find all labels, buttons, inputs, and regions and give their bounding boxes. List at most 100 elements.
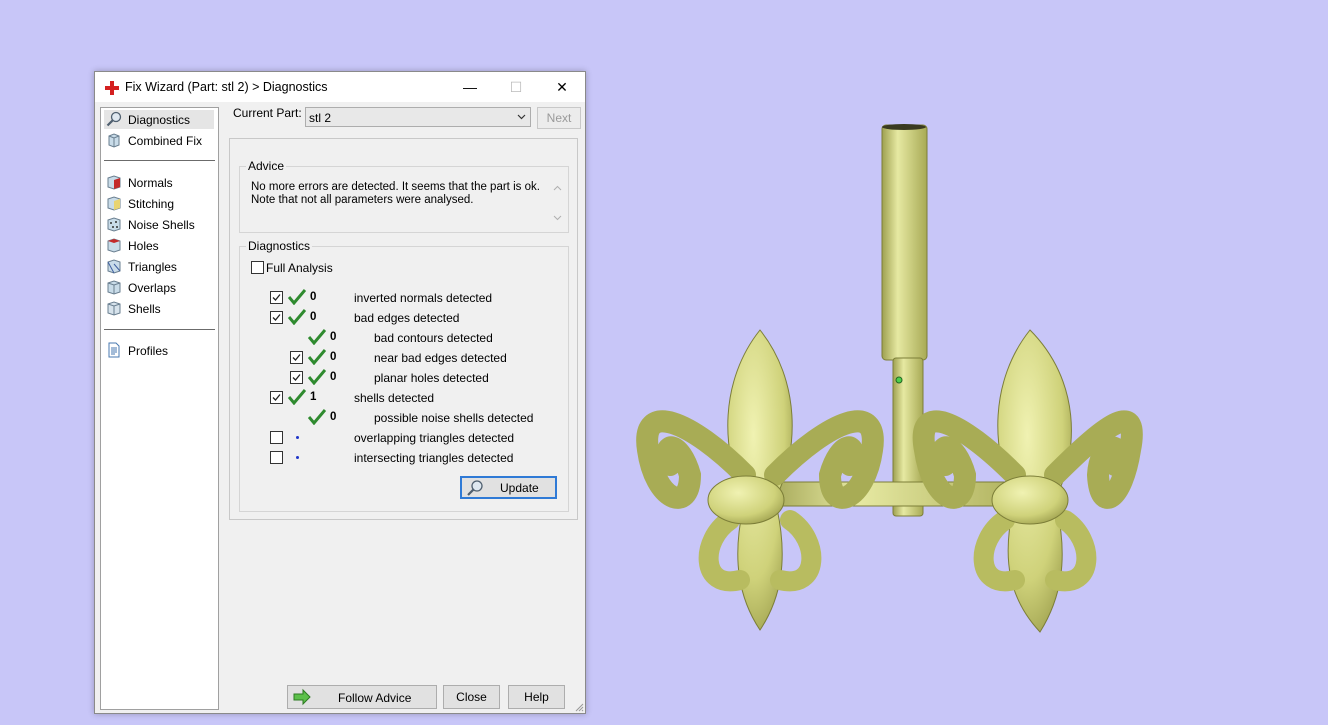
sidebar-item-triangles[interactable]: Triangles [104,257,214,276]
sidebar-item-label: Triangles [128,260,177,274]
magnifier-icon [467,480,483,496]
advice-line-1: No more errors are detected. It seems th… [251,181,540,193]
advice-title: Advice [246,159,287,173]
sidebar-item-combined-fix[interactable]: Combined Fix [104,131,214,150]
status-dot-icon [296,456,299,459]
sidebar-item-overlaps[interactable]: Overlaps [104,278,214,297]
diagnostic-label: intersecting triangles detected [354,451,514,465]
triangles-cube-icon [107,259,121,274]
diagnostic-label: overlapping triangles detected [354,431,515,445]
close-window-button[interactable]: ✕ [539,72,585,102]
diagnostic-label: bad edges detected [354,311,460,325]
sidebar-divider [104,160,215,161]
stitching-cube-icon [107,196,121,211]
sidebar-item-label: Holes [128,239,159,253]
bad-edges-checkbox[interactable] [270,311,283,324]
near-bad-edges-checkbox[interactable] [290,351,303,364]
full-analysis-checkbox[interactable] [251,261,264,274]
resize-grip-icon[interactable] [574,702,584,712]
overlapping-triangles-checkbox[interactable] [270,431,283,444]
fleur-de-lis-right [912,329,1143,633]
check-mark-icon [308,349,326,365]
sidebar-item-label: Noise Shells [128,218,195,232]
count-value: 0 [310,311,317,323]
count-value: 1 [310,391,317,403]
update-button[interactable]: Update [460,476,557,499]
follow-advice-label: Follow Advice [338,691,412,705]
help-button[interactable]: Help [508,685,565,709]
sidebar-item-noise-shells[interactable]: Noise Shells [104,215,214,234]
sidebar-item-label: Stitching [128,197,175,211]
advice-group: Advice No more errors are detected. It s… [239,159,569,233]
full-analysis-label: Full Analysis [266,261,333,275]
advice-text-box: No more errors are detected. It seems th… [245,179,567,227]
3d-model-view[interactable] [600,100,1160,660]
follow-advice-button[interactable]: Follow Advice [287,685,437,709]
inverted-normals-checkbox[interactable] [270,291,283,304]
diagnostic-label: near bad edges detected [374,351,507,365]
check-mark-icon [308,329,326,345]
count-value: 0 [310,291,317,303]
diagnostics-group: Diagnostics Full Analysis 0 inverted nor… [239,239,569,512]
current-part-label: Current Part: [233,106,302,120]
noise-shells-icon [107,217,121,232]
sidebar-item-stitching[interactable]: Stitching [104,194,214,213]
diagnostic-label: inverted normals detected [354,291,493,305]
count-value: 0 [330,371,337,383]
sidebar-divider [104,329,215,330]
chevron-down-icon [517,114,526,120]
update-label: Update [500,481,539,495]
planar-holes-checkbox[interactable] [290,371,303,384]
sidebar-item-shells[interactable]: Shells [104,299,214,318]
minimize-button[interactable]: — [447,72,493,102]
sidebar-item-profiles[interactable]: Profiles [104,341,214,360]
intersecting-triangles-checkbox[interactable] [270,451,283,464]
holes-cube-icon [107,238,121,253]
count-value: 0 [330,351,337,363]
current-part-value: stl 2 [309,111,332,125]
sidebar-item-label: Profiles [128,344,169,358]
count-value: 0 [330,411,337,423]
green-arrow-icon [293,688,311,706]
title-bar[interactable]: Fix Wizard (Part: stl 2) > Diagnostics —… [95,72,585,102]
sidebar-item-label: Combined Fix [128,134,203,148]
advice-line-2: Note that not all parameters were analys… [251,194,474,206]
normals-cube-icon [107,175,121,190]
red-cross-icon [105,81,119,95]
window-title: Fix Wizard (Part: stl 2) > Diagnostics [125,80,328,94]
maximize-button[interactable]: ☐ [493,72,539,102]
fleur-de-lis-left [636,329,884,631]
diagnostic-label: planar holes detected [374,371,489,385]
next-button[interactable]: Next [537,107,581,129]
sidebar-item-label: Shells [128,302,161,316]
cube-stack-icon [108,133,120,148]
sidebar-item-label: Diagnostics [128,113,191,127]
sidebar-item-label: Normals [128,176,173,190]
count-value: 0 [330,331,337,343]
sidebar: Diagnostics Combined Fix Normals Stitchi… [100,107,219,710]
sidebar-item-normals[interactable]: Normals [104,173,214,192]
diagnostic-label: possible noise shells detected [374,411,534,425]
diagnostic-label: shells detected [354,391,435,405]
check-mark-icon [308,409,326,425]
fix-wizard-dialog: Fix Wizard (Part: stl 2) > Diagnostics —… [94,71,586,714]
overlaps-cube-icon [107,280,121,295]
close-button[interactable]: Close [443,685,500,709]
sidebar-item-label: Overlaps [128,281,177,295]
diagnostics-title: Diagnostics [246,239,313,253]
sidebar-item-holes[interactable]: Holes [104,236,214,255]
advice-scrollbar[interactable] [550,181,565,225]
check-mark-icon [288,309,306,325]
check-mark-icon [288,389,306,405]
status-dot-icon [296,436,299,439]
sidebar-item-diagnostics[interactable]: Diagnostics [104,110,214,129]
check-mark-icon [288,289,306,305]
shells-checkbox[interactable] [270,391,283,404]
current-part-select[interactable]: stl 2 [305,107,531,127]
document-icon [108,342,120,358]
shells-cube-icon [107,301,121,316]
content-panel: Advice No more errors are detected. It s… [229,138,578,520]
diagnostic-label: bad contours detected [374,331,493,345]
check-mark-icon [308,369,326,385]
magnifier-icon [106,111,122,127]
